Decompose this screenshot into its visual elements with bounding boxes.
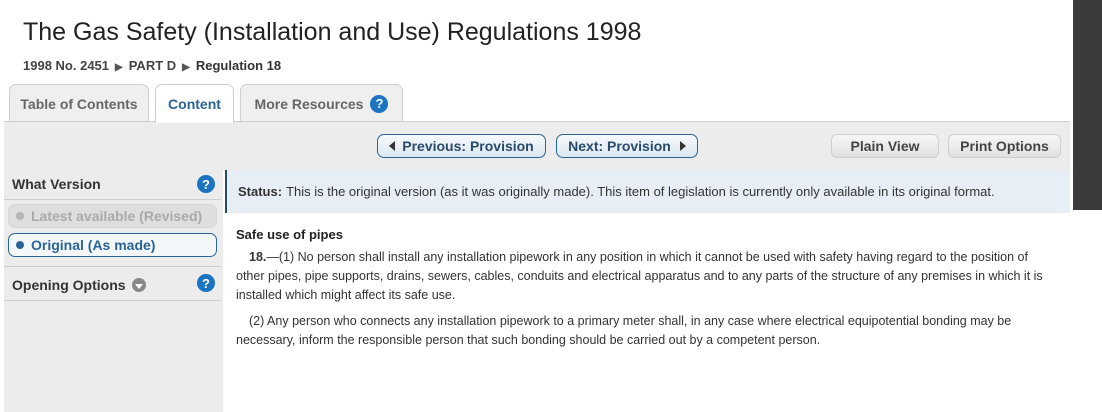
plain-view-button[interactable]: Plain View <box>831 134 939 158</box>
provision-number: 18. <box>249 250 267 264</box>
previous-provision-button[interactable]: Previous: Provision <box>377 134 546 158</box>
opening-options-label: Opening Options <box>12 277 126 293</box>
page-background <box>1070 210 1102 412</box>
radio-dot-icon <box>16 212 24 220</box>
page-title: The Gas Safety (Installation and Use) Re… <box>23 18 642 46</box>
version-latest-available: Latest available (Revised) <box>8 204 217 228</box>
previous-provision-label: Previous: Provision <box>402 138 534 154</box>
version-label: Original (As made) <box>31 237 156 253</box>
tab-label: More Resources <box>254 95 364 112</box>
version-label: Latest available (Revised) <box>31 208 203 224</box>
tab-table-of-contents[interactable]: Table of Contents <box>9 84 149 122</box>
opening-options-toggle[interactable]: Opening Options <box>12 277 146 293</box>
section-heading: Safe use of pipes <box>236 227 343 242</box>
help-icon[interactable]: ? <box>197 274 215 292</box>
status-label: Status: <box>238 184 283 199</box>
breadcrumb-item-instrument[interactable]: 1998 No. 2451 <box>23 58 109 73</box>
breadcrumb: 1998 No. 2451 ▶ PART D ▶ Regulation 18 <box>23 58 281 73</box>
tab-label: Table of Contents <box>20 95 138 112</box>
print-options-label: Print Options <box>960 138 1049 154</box>
version-original[interactable]: Original (As made) <box>8 233 217 257</box>
tab-label: Content <box>168 96 221 112</box>
chevron-right-icon <box>679 141 686 151</box>
what-version-label: What Version <box>12 176 101 192</box>
provision-text: —(1) No person shall install any install… <box>236 250 1043 302</box>
provision-paragraph-1: 18.—(1) No person shall install any inst… <box>236 248 1058 305</box>
breadcrumb-separator-icon: ▶ <box>182 62 190 73</box>
plain-view-label: Plain View <box>850 138 920 154</box>
print-options-button[interactable]: Print Options <box>948 134 1061 158</box>
chevron-left-icon <box>389 141 396 151</box>
breadcrumb-separator-icon: ▶ <box>115 62 123 73</box>
help-icon[interactable]: ? <box>370 94 389 113</box>
breadcrumb-item-current: Regulation 18 <box>195 58 282 73</box>
chevron-down-icon <box>131 278 146 292</box>
sidebar-divider <box>4 266 221 267</box>
help-icon[interactable]: ? <box>197 175 215 193</box>
radio-dot-icon <box>16 241 24 249</box>
tab-more-resources[interactable]: More Resources ? <box>240 84 403 122</box>
sidebar-divider <box>4 300 221 301</box>
status-bar: Status: This is the original version (as… <box>225 170 1070 213</box>
sidebar-divider <box>4 199 221 200</box>
provision-paragraph-2: (2) Any person who connects any installa… <box>236 312 1058 350</box>
next-provision-button[interactable]: Next: Provision <box>556 134 698 158</box>
provision-text: (2) Any person who connects any installa… <box>236 314 1012 347</box>
breadcrumb-item-part[interactable]: PART D <box>129 58 176 73</box>
next-provision-label: Next: Provision <box>568 138 671 154</box>
tab-content[interactable]: Content <box>155 84 234 123</box>
status-text: This is the original version (as it was … <box>286 184 995 199</box>
what-version-heading: What Version <box>12 176 101 192</box>
